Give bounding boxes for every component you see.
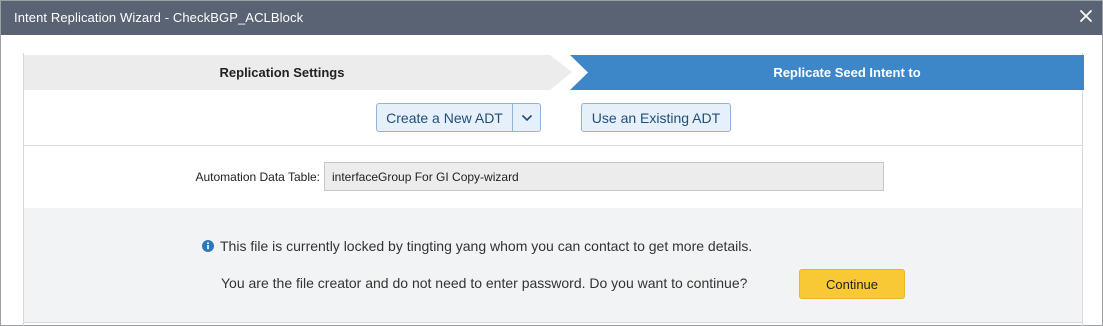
- close-icon[interactable]: [1079, 9, 1093, 23]
- window-title: Intent Replication Wizard - CheckBGP_ACL…: [14, 10, 304, 25]
- create-new-adt-button[interactable]: Create a New ADT: [377, 104, 513, 131]
- lock-message: This file is currently locked by tingtin…: [220, 238, 753, 254]
- chevron-down-icon: [521, 114, 532, 121]
- info-icon: [202, 240, 214, 252]
- wizard-content: Replication Settings Replicate Seed Inte…: [23, 53, 1084, 326]
- continue-button[interactable]: Continue: [799, 269, 905, 299]
- adt-name-input[interactable]: interfaceGroup For GI Copy-wizard: [324, 162, 884, 191]
- adt-field-row: Automation Data Table: interfaceGroup Fo…: [24, 146, 1082, 208]
- lock-notice-panel: This file is currently locked by tingtin…: [24, 208, 1082, 323]
- wizard-steps: Replication Settings Replicate Seed Inte…: [24, 53, 1084, 91]
- step-replication-settings[interactable]: Replication Settings: [24, 55, 550, 90]
- use-existing-adt-button[interactable]: Use an Existing ADT: [581, 103, 731, 132]
- adt-button-row: Create a New ADT Use an Existing ADT: [24, 91, 1082, 146]
- step-replication-settings-label: Replication Settings: [219, 65, 345, 80]
- create-new-adt-split-button: Create a New ADT: [376, 103, 541, 132]
- create-new-adt-dropdown[interactable]: [513, 104, 540, 131]
- step-replicate-seed-intent[interactable]: Replicate Seed Intent to: [570, 55, 1084, 90]
- continue-question: You are the file creator and do not need…: [221, 275, 748, 291]
- adt-field-label: Automation Data Table:: [195, 170, 320, 184]
- bottom-divider: [24, 322, 1082, 323]
- lock-message-line: This file is currently locked by tingtin…: [202, 238, 752, 254]
- intent-replication-dialog: Intent Replication Wizard - CheckBGP_ACL…: [0, 0, 1103, 326]
- step-replicate-seed-intent-label: Replicate Seed Intent to: [773, 65, 921, 80]
- title-bar: Intent Replication Wizard - CheckBGP_ACL…: [1, 1, 1102, 35]
